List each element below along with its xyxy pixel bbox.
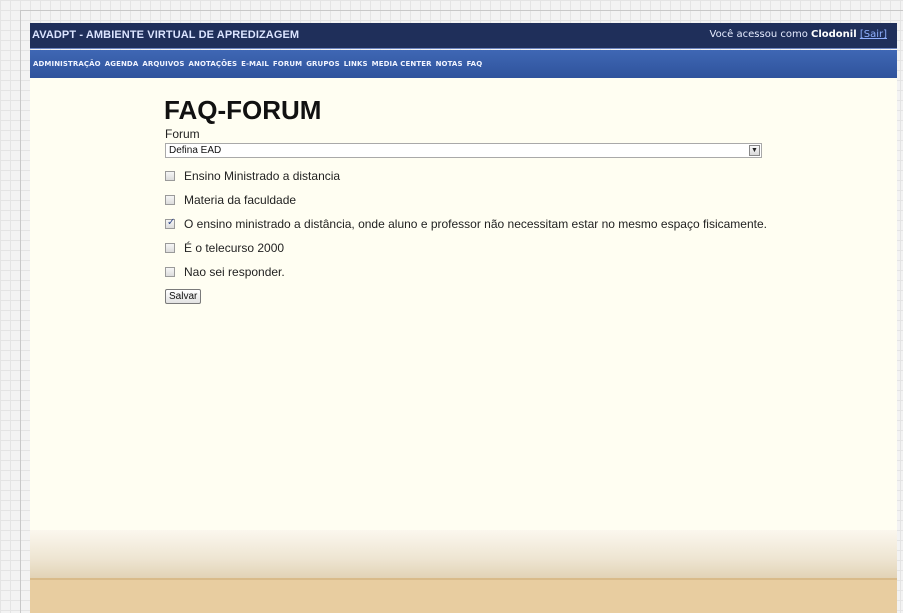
answer-option-5[interactable]: Nao sei responder. xyxy=(165,265,285,279)
nav-item-arquivos[interactable]: ARQUIVOS xyxy=(142,60,184,68)
nav-item-media-center[interactable]: MEDIA CENTER xyxy=(372,60,432,68)
forum-select-value: Defina EAD xyxy=(169,145,222,156)
answer-label: Nao sei responder. xyxy=(184,265,285,279)
user-info: Você acessou como Clodonil [Sair] xyxy=(710,29,888,40)
footer-band xyxy=(30,530,897,578)
checkbox[interactable] xyxy=(165,217,175,229)
answer-label: Ensino Ministrado a distancia xyxy=(184,169,341,183)
save-button[interactable]: Salvar xyxy=(165,289,202,304)
nav-item-grupos[interactable]: GRUPOS xyxy=(306,60,340,68)
nav-item-links[interactable]: LINKS xyxy=(344,60,368,68)
answer-option-1[interactable]: Ensino Ministrado a distancia xyxy=(165,169,340,183)
footer-bar xyxy=(30,578,897,613)
forum-select[interactable]: Defina EAD ▼ xyxy=(165,143,762,158)
nav-item-administracao[interactable]: ADMINISTRAÇÃO xyxy=(33,60,101,68)
answer-label: É o telecurso 2000 xyxy=(184,241,285,255)
checkbox[interactable] xyxy=(165,267,175,277)
checkbox[interactable] xyxy=(165,195,175,205)
app-title: AVADPT - AMBIENTE VIRTUAL DE APREDIZAGEM xyxy=(32,29,300,41)
nav-item-agenda[interactable]: AGENDA xyxy=(105,60,139,68)
checkbox[interactable] xyxy=(165,171,175,181)
logout-link[interactable]: [Sair] xyxy=(860,29,887,40)
answer-option-2[interactable]: Materia da faculdade xyxy=(165,193,296,207)
checkbox[interactable] xyxy=(165,243,175,253)
nav-item-notas[interactable]: NOTAS xyxy=(436,60,463,68)
answer-option-4[interactable]: É o telecurso 2000 xyxy=(165,241,284,255)
nav-item-forum[interactable]: FORUM xyxy=(273,60,302,68)
answer-label: Materia da faculdade xyxy=(184,193,297,207)
page-title: FAQ-FORUM xyxy=(164,95,322,125)
forum-label: Forum xyxy=(165,127,200,141)
user-name: Clodonil xyxy=(811,29,857,40)
nav-item-anotacoes[interactable]: ANOTAÇÕES xyxy=(188,60,237,68)
answer-option-3[interactable]: O ensino ministrado a distância, onde al… xyxy=(165,217,767,231)
nav-bar: ADMINISTRAÇÃO AGENDA ARQUIVOS ANOTAÇÕES … xyxy=(30,50,897,78)
title-bar: AVADPT - AMBIENTE VIRTUAL DE APREDIZAGEM… xyxy=(30,23,897,49)
nav-item-faq[interactable]: FAQ xyxy=(467,60,483,68)
dropdown-arrow-icon[interactable]: ▼ xyxy=(749,145,760,156)
user-prefix: Você acessou como xyxy=(709,29,811,40)
answer-label: O ensino ministrado a distância, onde al… xyxy=(184,217,767,231)
nav-menu: ADMINISTRAÇÃO AGENDA ARQUIVOS ANOTAÇÕES … xyxy=(33,60,486,68)
nav-item-email[interactable]: E-MAIL xyxy=(241,60,269,68)
